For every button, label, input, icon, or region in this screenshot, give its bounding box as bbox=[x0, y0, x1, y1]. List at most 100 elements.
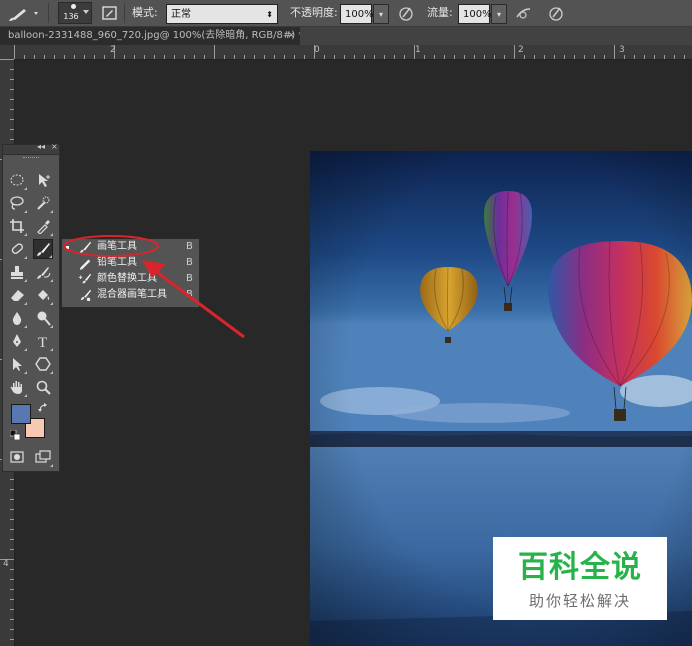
close-icon[interactable]: × bbox=[51, 142, 58, 151]
shortcut-key: B bbox=[186, 257, 193, 268]
dodge-tool[interactable] bbox=[33, 308, 53, 328]
tool-preset-picker[interactable] bbox=[6, 3, 42, 23]
pressure-icon bbox=[549, 7, 563, 21]
hand-icon bbox=[10, 381, 22, 394]
flyout-item-label: 颜色替换工具 bbox=[97, 273, 157, 284]
blend-mode-value: 正常 bbox=[171, 9, 191, 20]
collapse-icon[interactable]: ◂◂ bbox=[37, 142, 45, 151]
dodge-icon bbox=[37, 311, 51, 326]
lasso-tool[interactable] bbox=[7, 193, 27, 213]
brush-tool-flyout-menu: 画笔工具 B 铅笔工具 B 颜色替换工具 B 混合器画笔工具 B bbox=[61, 238, 200, 308]
color-replacement-icon bbox=[78, 273, 92, 284]
flow-input[interactable]: 100% bbox=[458, 4, 492, 24]
pencil-icon bbox=[79, 259, 91, 270]
horizontal-ruler[interactable]: 2 0 1 2 3 bbox=[14, 45, 692, 60]
pressure-icon bbox=[399, 7, 413, 21]
close-icon[interactable]: × bbox=[287, 27, 299, 45]
panel-grip bbox=[23, 157, 39, 160]
tablet-opacity-pressure-button[interactable] bbox=[396, 3, 416, 23]
eraser-tool[interactable] bbox=[7, 285, 27, 305]
opacity-slider-toggle[interactable]: ▾ bbox=[373, 4, 389, 24]
screen-mode-button[interactable] bbox=[33, 447, 53, 467]
marquee-tool[interactable] bbox=[7, 170, 27, 190]
airbrush-icon bbox=[516, 8, 531, 19]
droplet-icon bbox=[12, 312, 22, 325]
options-bar: 136 模式: 正常 ⬍ 不透明度: 100% ▾ 流量: 100% ▾ bbox=[0, 0, 692, 27]
crop-icon bbox=[10, 219, 24, 233]
flow-label: 流量: bbox=[427, 6, 453, 19]
default-colors-icon[interactable] bbox=[9, 429, 21, 441]
crop-tool[interactable] bbox=[7, 216, 27, 236]
flyout-item-color-replacement[interactable]: 颜色替换工具 B bbox=[62, 271, 199, 287]
foreground-color-swatch[interactable] bbox=[11, 404, 31, 424]
mixer-brush-icon bbox=[80, 289, 92, 302]
airbrush-button[interactable] bbox=[514, 3, 534, 23]
pen-tool[interactable] bbox=[7, 331, 27, 351]
lasso-icon bbox=[10, 196, 24, 210]
quick-mask-icon bbox=[10, 451, 24, 463]
magnifier-icon bbox=[36, 380, 51, 395]
brush-panel-icon bbox=[102, 6, 117, 20]
hand-tool[interactable] bbox=[7, 377, 27, 397]
swap-colors-icon[interactable] bbox=[38, 403, 48, 413]
ruler-label: 3 bbox=[619, 45, 625, 55]
shortcut-key: B bbox=[186, 241, 193, 252]
select-arrows-icon: ⬍ bbox=[266, 10, 273, 19]
brush-panel-toggle[interactable] bbox=[100, 3, 120, 23]
brush-icon bbox=[79, 241, 92, 254]
svg-text:T: T bbox=[38, 335, 47, 349]
move-tool[interactable] bbox=[33, 170, 53, 190]
chevron-down-icon bbox=[34, 12, 38, 15]
flyout-item-mixer-brush[interactable]: 混合器画笔工具 B bbox=[62, 287, 199, 303]
document-tab-bar: balloon-2331488_960_720.jpg@ 100%(去除暗角, … bbox=[0, 27, 692, 45]
watermark-title: 百科全说 bbox=[518, 550, 642, 585]
flow-slider-toggle[interactable]: ▾ bbox=[491, 4, 507, 24]
brush-tool[interactable] bbox=[33, 239, 53, 259]
flyout-item-label: 混合器画笔工具 bbox=[97, 289, 167, 300]
opacity-input[interactable]: 100% bbox=[340, 4, 374, 24]
tools-panel: ◂◂ × T bbox=[2, 142, 60, 472]
blur-tool[interactable] bbox=[7, 308, 27, 328]
watermark: 百科全说 助你轻松解决 bbox=[493, 537, 667, 620]
healing-brush-tool[interactable] bbox=[7, 239, 27, 259]
pen-icon bbox=[13, 334, 21, 347]
screen-mode-icon bbox=[35, 450, 51, 463]
paint-bucket-tool[interactable] bbox=[33, 285, 53, 305]
mode-label: 模式: bbox=[132, 6, 158, 19]
history-brush-icon bbox=[37, 267, 51, 279]
watermark-subtitle: 助你轻松解决 bbox=[528, 592, 631, 610]
stamp-icon bbox=[11, 266, 23, 279]
flyout-item-pencil[interactable]: 铅笔工具 B bbox=[62, 255, 199, 271]
shape-tool[interactable] bbox=[33, 354, 53, 374]
ruler-label: 4 bbox=[3, 559, 9, 569]
document-tab-title: balloon-2331488_960_720.jpg@ 100%(去除暗角, … bbox=[8, 30, 300, 41]
eyedropper-tool[interactable] bbox=[33, 216, 53, 236]
clone-stamp-tool[interactable] bbox=[7, 262, 27, 282]
tools-panel-header[interactable]: ◂◂ × bbox=[3, 142, 59, 155]
brush-tip-icon bbox=[71, 4, 76, 9]
pointer-icon bbox=[13, 358, 22, 371]
flyout-item-label: 画笔工具 bbox=[97, 241, 137, 252]
eraser-icon bbox=[11, 290, 24, 301]
hexagon-icon bbox=[35, 357, 51, 371]
type-icon: T bbox=[38, 335, 47, 349]
opacity-label: 不透明度: bbox=[290, 6, 338, 19]
flyout-item-brush[interactable]: 画笔工具 B bbox=[62, 239, 199, 255]
ruler-origin[interactable] bbox=[0, 45, 15, 60]
blend-mode-select[interactable]: 正常 ⬍ bbox=[166, 4, 278, 24]
tablet-size-pressure-button[interactable] bbox=[546, 3, 566, 23]
ruler-label: 2 bbox=[518, 45, 524, 55]
brush-size-picker[interactable]: 136 bbox=[58, 2, 92, 24]
marquee-icon bbox=[10, 174, 24, 186]
path-selection-tool[interactable] bbox=[7, 354, 27, 374]
history-brush-tool[interactable] bbox=[33, 262, 53, 282]
ruler-label: 2 bbox=[110, 45, 116, 55]
shortcut-key: B bbox=[186, 289, 193, 300]
flyout-item-label: 铅笔工具 bbox=[97, 257, 137, 268]
type-tool[interactable]: T bbox=[33, 331, 53, 351]
quick-mask-button[interactable] bbox=[7, 447, 27, 467]
zoom-tool[interactable] bbox=[33, 377, 53, 397]
quick-selection-tool[interactable] bbox=[33, 193, 53, 213]
bandage-icon bbox=[11, 243, 23, 254]
document-tab[interactable]: balloon-2331488_960_720.jpg@ 100%(去除暗角, … bbox=[0, 27, 300, 45]
